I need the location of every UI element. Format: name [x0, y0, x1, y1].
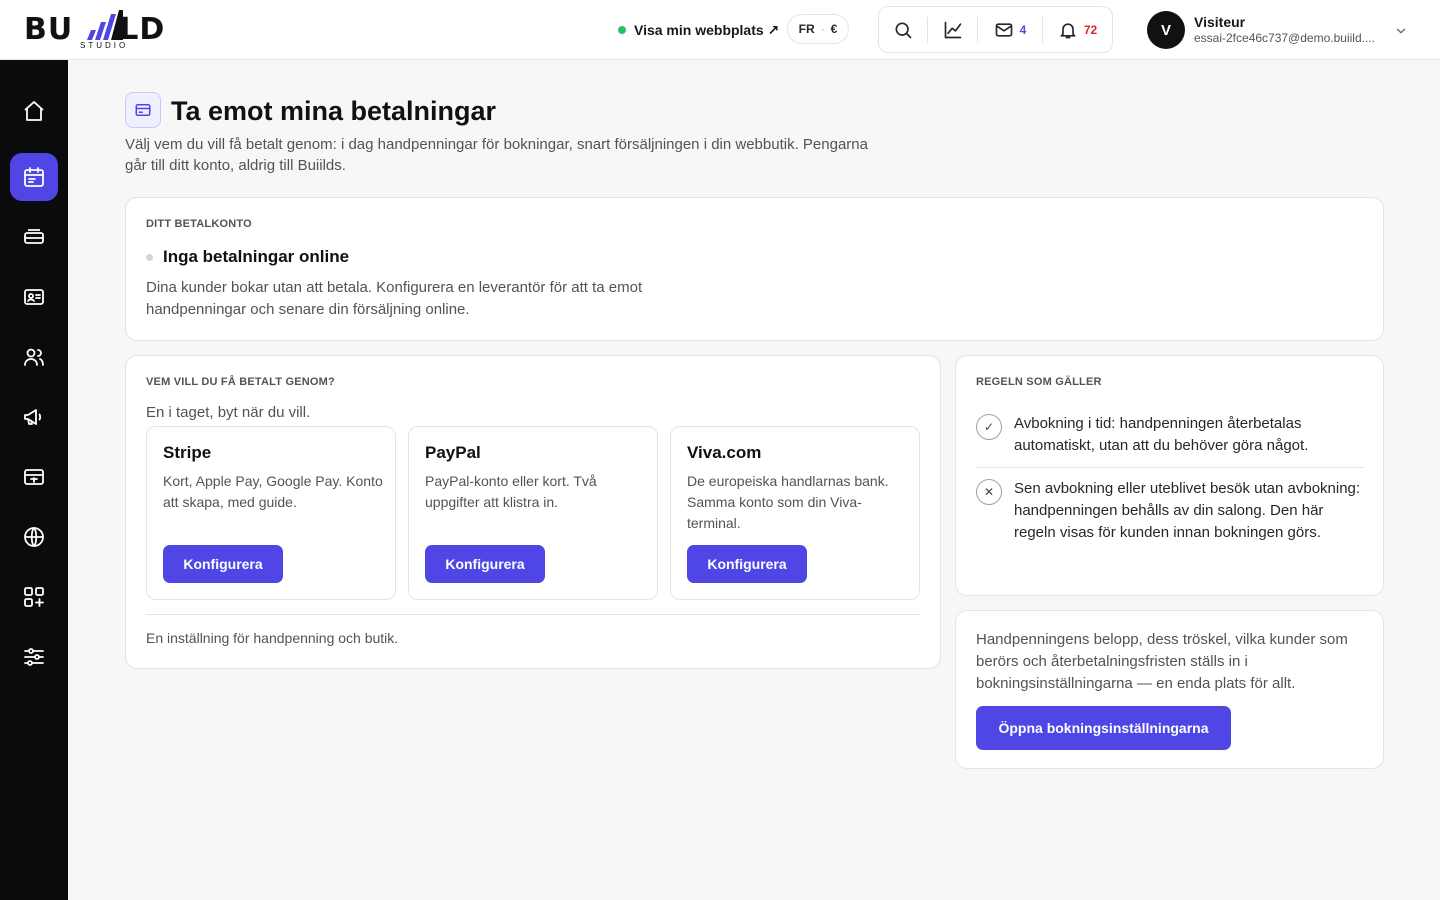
- provider-description: De europeiska handlarnas bank. Samma kon…: [687, 473, 889, 531]
- mail-count-badge: 4: [1019, 22, 1027, 37]
- avatar[interactable]: V: [1147, 11, 1185, 49]
- account-status: Inga betalningar online: [146, 247, 349, 267]
- sidebar-item-settings[interactable]: [10, 633, 58, 681]
- configure-stripe-button[interactable]: Konfigurera: [163, 545, 283, 583]
- provider-name: Viva.com: [687, 443, 762, 462]
- provider-card-paypal: PayPal PayPal-konto eller kort. Två uppg…: [408, 426, 658, 600]
- provider-description: PayPal-konto eller kort. Två uppgifter a…: [425, 473, 597, 510]
- bell-icon: [1060, 22, 1076, 38]
- brand-logo[interactable]: BU LD STUDIO: [24, 8, 184, 52]
- top-bar: BU LD STUDIO Visa min webbplats ↗ FR · € …: [0, 0, 1440, 60]
- search-icon: [895, 22, 912, 38]
- sidebar-item-apps[interactable]: [10, 573, 58, 621]
- credit-card-icon: [125, 92, 161, 128]
- page-title: Ta emot mina betalningar: [171, 96, 497, 126]
- sidebar-item-checkout[interactable]: [10, 453, 58, 501]
- provider-name: PayPal: [425, 443, 481, 462]
- providers-eyebrow: VEM VILL DU FÅ BETALT GENOM?: [146, 376, 335, 388]
- account-eyebrow: DITT BETALKONTO: [146, 218, 252, 230]
- sidebar-item-marketing[interactable]: [10, 393, 58, 441]
- providers-footnote: En inställning för handpenning och butik…: [146, 630, 399, 646]
- account-description: Dina kunder bokar utan att betala. Konfi…: [146, 279, 643, 318]
- rule-item-late-cancel: ✕ Sen avbokning eller uteblivet besök ut…: [976, 478, 1366, 544]
- online-status-dot: [618, 26, 626, 34]
- sidebar-item-clients[interactable]: [10, 273, 58, 321]
- calendar-icon: [24, 167, 44, 187]
- mail-icon: [995, 22, 1012, 37]
- stack-icon: [24, 229, 44, 244]
- logo-bars-icon: [87, 10, 123, 40]
- chevron-down-icon[interactable]: [1394, 24, 1408, 38]
- search-button[interactable]: [879, 7, 927, 52]
- visit-website-link[interactable]: Visa min webbplats ↗: [618, 18, 779, 42]
- rules-card: REGELN SOM GÄLLER ✓ Avbokning i tid: han…: [955, 355, 1384, 596]
- rules-eyebrow: REGELN SOM GÄLLER: [976, 376, 1102, 388]
- sidebar: [0, 60, 68, 900]
- divider: [976, 467, 1364, 468]
- sidebar-item-website[interactable]: [10, 513, 58, 561]
- sidebar-item-home[interactable]: [10, 87, 58, 135]
- providers-card: VEM VILL DU FÅ BETALT GENOM? En i taget,…: [125, 355, 941, 669]
- user-email: essai-2fce46c737@demo.buiild....: [1194, 31, 1375, 45]
- sidebar-item-team[interactable]: [10, 333, 58, 381]
- page-description: Välj vem du vill få betalt genom: i dag …: [125, 136, 868, 174]
- chart-line-icon: [944, 21, 961, 38]
- settings-description: Handpenningens belopp, dess tröskel, vil…: [976, 631, 1348, 692]
- contact-card-icon: [24, 289, 44, 305]
- provider-name: Stripe: [163, 443, 212, 462]
- notifications-button[interactable]: 72: [1042, 16, 1112, 43]
- configure-paypal-button[interactable]: Konfigurera: [425, 545, 545, 583]
- home-icon: [24, 101, 44, 121]
- cross-icon: ✕: [976, 479, 1002, 505]
- apps-add-icon: [24, 587, 44, 607]
- sidebar-item-services[interactable]: [10, 213, 58, 261]
- status-dot: [146, 253, 153, 261]
- users-icon: [24, 348, 44, 366]
- sliders-icon: [24, 648, 44, 666]
- megaphone-icon: [24, 409, 42, 425]
- messages-button[interactable]: 4: [977, 16, 1042, 43]
- provider-description: Kort, Apple Pay, Google Pay. Konto att s…: [163, 473, 383, 510]
- toolbar-group: 4 72: [878, 6, 1113, 53]
- provider-card-viva: Viva.com De europeiska handlarnas bank. …: [670, 426, 920, 600]
- open-booking-settings-button[interactable]: Öppna bokningsinställningarna: [976, 706, 1231, 750]
- payment-account-card: DITT BETALKONTO Inga betalningar online …: [125, 197, 1384, 341]
- rule-item-timely-cancel: ✓ Avbokning i tid: handpenningen återbet…: [976, 413, 1366, 457]
- providers-lead: En i taget, byt när du vill.: [146, 404, 311, 421]
- divider: [146, 614, 920, 615]
- configure-viva-button[interactable]: Konfigurera: [687, 545, 807, 583]
- user-name[interactable]: Visiteur: [1194, 14, 1245, 30]
- provider-card-stripe: Stripe Kort, Apple Pay, Google Pay. Kont…: [146, 426, 396, 600]
- notification-count-badge: 72: [1083, 22, 1098, 37]
- sidebar-item-bookings[interactable]: [10, 153, 58, 201]
- locale-currency-switch[interactable]: FR · €: [787, 14, 849, 44]
- check-icon: ✓: [976, 414, 1002, 440]
- globe-icon: [24, 527, 44, 547]
- register-icon: [24, 469, 44, 485]
- stats-button[interactable]: [927, 16, 977, 43]
- booking-settings-card: Handpenningens belopp, dess tröskel, vil…: [955, 610, 1384, 769]
